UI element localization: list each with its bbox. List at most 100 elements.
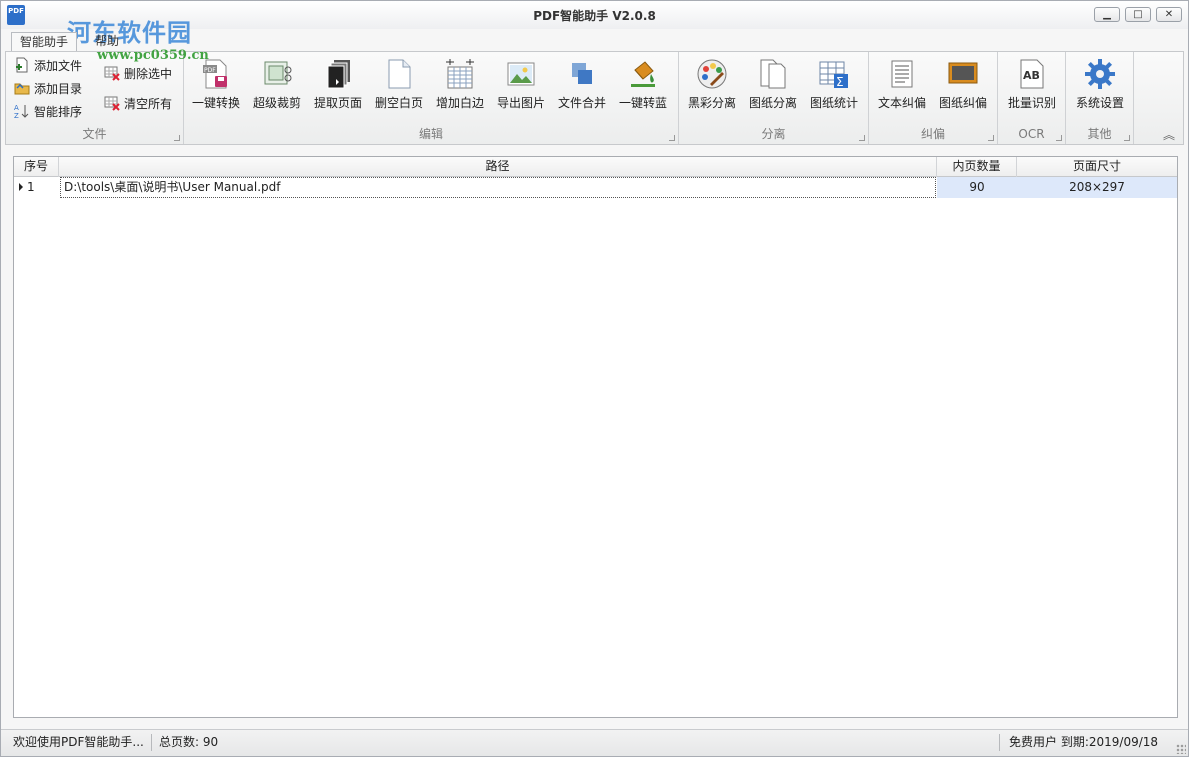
blank-page-icon [388,59,411,89]
add-file-label: 添加文件 [34,59,83,73]
group-split-label: 分离 [761,127,786,141]
window-title: PDF智能助手 V2.0.8 [533,9,656,23]
text-deskew-button[interactable]: 文本纠偏 [872,54,932,122]
status-license: 免费用户 到期:2019/09/18 [1009,735,1159,749]
one-click-convert-button[interactable]: PDF 一键转换 [186,54,246,122]
status-total-pages: 总页数: 90 [159,735,219,749]
drawing-deskew-label: 图纸纠偏 [938,96,987,110]
app-window: PDF 河东软件园 PDF智能助手 V2.0.8 ▁ □ ✕ www.pc035… [0,0,1189,757]
watermark-url: www.pc0359.cn [97,48,209,63]
drawing-stats-button[interactable]: Σ 图纸统计 [804,54,864,122]
close-button[interactable]: ✕ [1156,7,1182,22]
file-grid[interactable]: 序号 路径 内页数量 页面尺寸 1 D:\tools\桌面\说明书\User M… [13,156,1178,718]
row-index-cell: 1 [14,177,59,198]
delete-selected-label: 删除选中 [124,67,173,81]
system-settings-button[interactable]: 系统设置 [1070,54,1130,122]
status-welcome: 欢迎使用PDF智能助手... [13,735,144,749]
smart-sort-label: 智能排序 [34,105,83,119]
svg-text:AB: AB [1023,69,1040,82]
add-file-icon [16,57,28,73]
column-header-index[interactable]: 序号 [14,157,59,177]
column-header-pages[interactable]: 内页数量 [937,157,1017,177]
svg-text:Σ: Σ [836,75,844,89]
batch-ocr-button[interactable]: AB 批量识别 [1002,54,1062,122]
group-edit: PDF 一键转换 超级裁剪 提取页面 删空白页 增加白边 导出图片 文件合并 一… [184,52,679,144]
status-divider [151,734,152,751]
super-crop-button[interactable]: 超级裁剪 [247,54,307,122]
group-other-launcher-icon[interactable] [1124,135,1130,141]
clear-all-button[interactable]: 清空所有 [104,94,172,114]
group-file-label: 文件 [82,127,107,141]
text-document-icon [891,60,913,88]
svg-text:PDF: PDF [204,67,216,74]
tab-smart-assistant[interactable]: 智能助手 [11,32,78,51]
svg-text:A: A [14,104,19,112]
group-deskew-launcher-icon[interactable] [988,135,994,141]
merge-icon [572,63,592,84]
group-ocr-label: OCR [1018,127,1045,141]
minimize-button[interactable]: ▁ [1094,7,1120,22]
drawing-deskew-button[interactable]: 图纸纠偏 [933,54,993,122]
group-split-launcher-icon[interactable] [859,135,865,141]
title-bar[interactable]: PDF 河东软件园 PDF智能助手 V2.0.8 ▁ □ ✕ [1,1,1188,47]
group-split: 黑彩分离 图纸分离 Σ 图纸统计 分离 [679,52,869,144]
row-size-cell[interactable]: 208×297 [1017,177,1177,198]
extract-pages-icon [327,60,350,89]
clear-table-icon [104,96,120,111]
color-split-button[interactable]: 黑彩分离 [682,54,742,122]
row-indicator-icon [19,183,23,191]
delete-selected-button[interactable]: 删除选中 [104,64,172,84]
export-images-button[interactable]: 导出图片 [491,54,551,122]
ribbon: 添加文件 添加目录 AZ 智能排序 删除选中 清空所有 文件 PDF 一键转换 [5,51,1184,145]
column-header-path[interactable]: 路径 [59,157,937,177]
drawing-pages-icon [760,59,786,89]
add-margin-button[interactable]: 增加白边 [430,54,490,122]
color-palette-icon [697,59,727,89]
one-click-blue-label: 一键转蓝 [618,96,667,110]
status-divider [999,734,1000,751]
group-other: 系统设置 其他 [1066,52,1134,144]
crop-icon [264,61,292,85]
column-header-size[interactable]: 页面尺寸 [1017,157,1177,177]
table-row[interactable]: 1 D:\tools\桌面\说明书\User Manual.pdf 90 208… [14,177,1177,198]
svg-text:Z: Z [14,112,19,119]
smart-sort-button[interactable]: A Z 智能排序 [14,102,82,122]
group-file: 添加文件 添加目录 A Z 智能排序 删除选中 清空所有 文件 [6,52,184,144]
row-path-cell[interactable]: D:\tools\桌面\说明书\User Manual.pdf [60,177,936,198]
add-directory-label: 添加目录 [34,82,83,96]
drawing-split-button[interactable]: 图纸分离 [743,54,803,122]
image-icon [507,62,535,86]
collapse-ribbon-icon[interactable]: ︽ [1163,126,1175,143]
grid-header: 序号 路径 内页数量 页面尺寸 [14,157,1177,177]
system-settings-label: 系统设置 [1075,96,1124,110]
one-click-blue-button[interactable]: 一键转蓝 [613,54,673,122]
delete-blank-pages-button[interactable]: 删空白页 [369,54,429,122]
group-deskew: 文本纠偏 图纸纠偏 纠偏 [869,52,998,144]
group-edit-label: 编辑 [418,127,443,141]
resize-grip-icon[interactable] [1176,744,1186,754]
group-file-launcher-icon[interactable] [174,135,180,141]
delete-table-icon [104,66,120,81]
add-directory-button[interactable]: 添加目录 [14,79,82,99]
group-ocr-launcher-icon[interactable] [1056,135,1062,141]
row-pages-cell[interactable]: 90 [937,177,1017,198]
maximize-button[interactable]: □ [1125,7,1151,22]
batch-ocr-label: 批量识别 [1007,96,1056,110]
row-index: 1 [27,180,35,194]
group-ocr: AB 批量识别 OCR [998,52,1066,144]
status-bar: 欢迎使用PDF智能助手... 总页数: 90 免费用户 到期:2019/09/1… [1,729,1188,756]
merge-files-button[interactable]: 文件合并 [552,54,612,122]
add-margin-icon [446,59,474,89]
group-deskew-label: 纠偏 [920,127,945,141]
sum-table-icon: Σ [819,61,848,89]
extract-pages-button[interactable]: 提取页面 [308,54,368,122]
group-other-label: 其他 [1087,127,1112,141]
gear-icon [1085,59,1115,89]
ocr-ab-icon: AB [1020,59,1044,89]
add-file-button[interactable]: 添加文件 [14,56,82,76]
sort-az-icon: AZ [14,104,29,119]
drawing-stats-label: 图纸统计 [809,96,858,110]
folder-icon [14,83,30,95]
paint-bucket-icon [631,61,655,87]
group-edit-launcher-icon[interactable] [669,135,675,141]
